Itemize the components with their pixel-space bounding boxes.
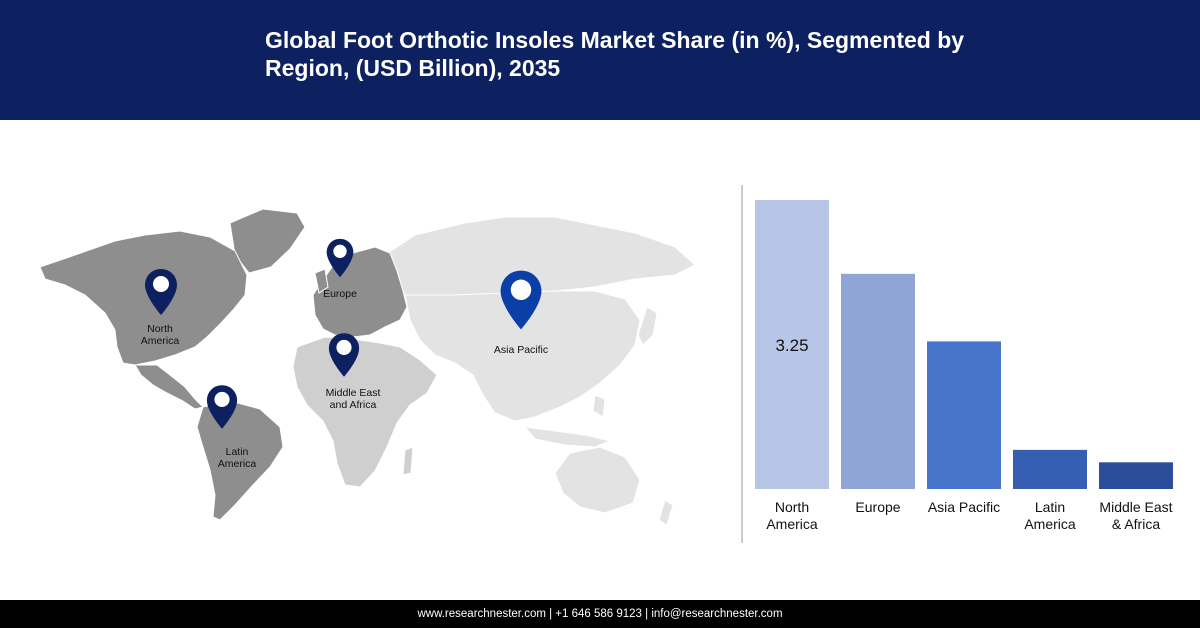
bar-chart-svg: 3.25 NorthAmericaEurope Asia Pacific Latin… [741,185,1173,543]
bars-group: 3.25 [755,200,1173,489]
pin-label-latin-america: Latin America [217,446,257,470]
middle-east-africa-map-pin-icon[interactable] [327,331,361,379]
x-tick-label: Middle East [1099,499,1172,515]
asia-pacific-map-pin-icon[interactable] [498,267,544,333]
x-tick-label: America [1024,516,1076,532]
map-region-australia [554,446,641,514]
pin-label-asia-pacific: Asia Pacific [493,344,549,356]
map-region-indonesia [523,426,612,448]
pin-label-europe: Europe [323,288,357,300]
bar-middle-east-africa [1099,462,1173,489]
europe-map-pin-icon[interactable] [325,237,355,279]
pin-label-middle-east-africa: Middle East and Africa [325,387,381,411]
header-banner: Global Foot Orthotic Insoles Market Shar… [0,0,1200,120]
x-tick-label: Europe [855,499,900,515]
x-tick-label: & Africa [1112,516,1160,532]
bar-asia-pacific [927,341,1001,489]
bar-data-label: 3.25 [775,336,808,355]
map-region-madagascar [402,446,414,476]
north-america-map-pin-icon[interactable] [143,267,179,317]
category-labels-group: NorthAmericaEurope Asia Pacific LatinAmeri… [766,499,1172,532]
footer: www.researchnester.com | +1 646 586 9123… [0,600,1200,628]
map-region-japan [637,306,658,346]
map-region-central-america [134,364,204,410]
map-region-middle-east-africa [292,336,438,488]
latin-america-map-pin-icon[interactable] [205,383,239,431]
world-map-svg [39,208,696,526]
x-tick-label: Latin [1035,499,1065,515]
bar-chart: 3.25 North America Europe Asia Pacific Latin… [740,185,1180,545]
map-region-new-zealand [658,499,674,526]
x-tick-label: Asia Pacific [928,499,1000,515]
bar-europe [841,273,915,489]
footer-contact-text: www.researchnester.com | +1 646 586 9123… [417,608,783,620]
pin-label-north-america: North America [140,323,180,347]
map-region-philippines [592,394,606,418]
world-map: North America Europe Asia Pacific Middle… [35,195,705,540]
x-tick-label: America [766,516,818,532]
bar-latin-america [1013,449,1087,489]
page-title: Global Foot Orthotic Insoles Market Shar… [265,27,965,81]
x-tick-label: North [775,499,809,515]
